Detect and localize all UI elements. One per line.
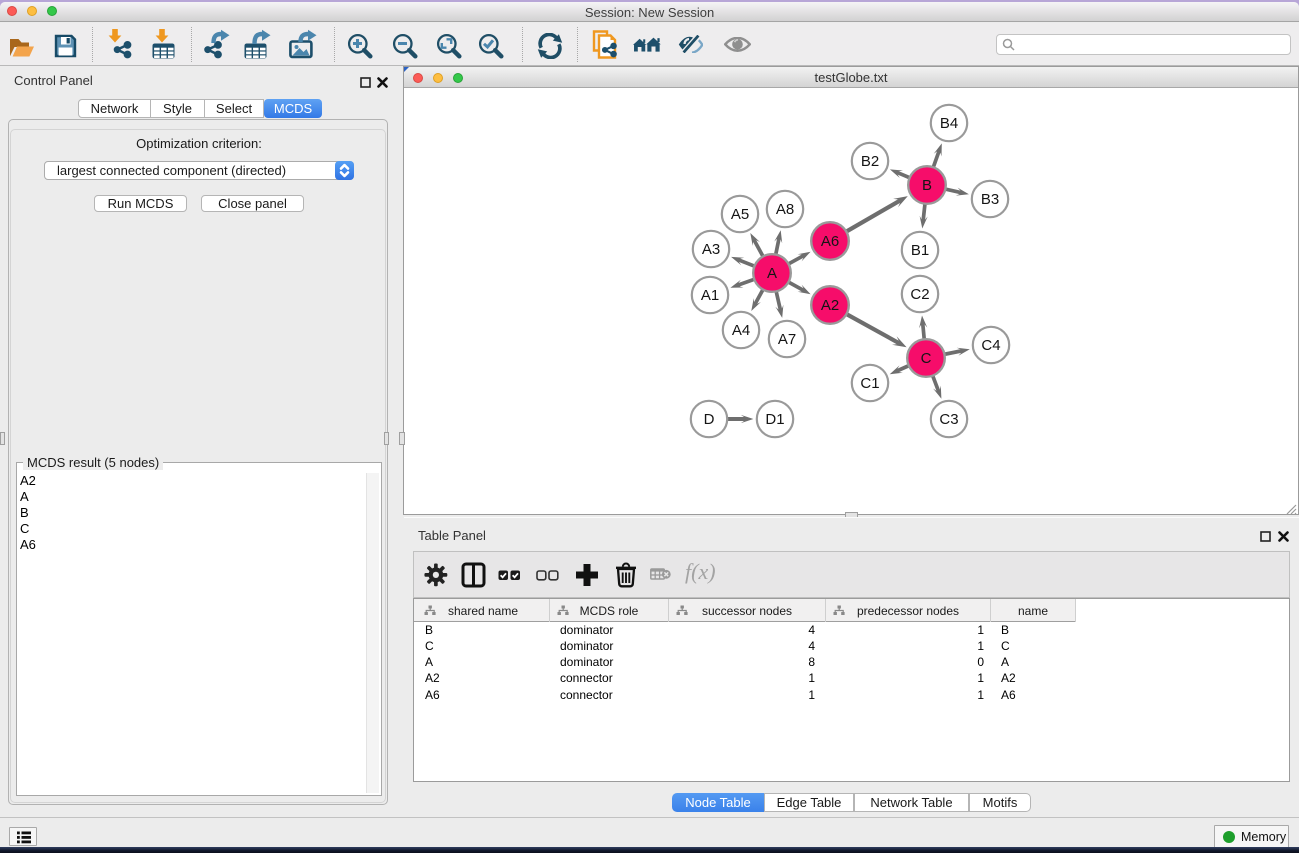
svg-text:C: C xyxy=(921,350,932,367)
svg-text:A: A xyxy=(767,265,777,282)
svg-text:A2: A2 xyxy=(821,297,839,314)
svg-text:B1: B1 xyxy=(911,242,929,259)
svg-text:B3: B3 xyxy=(981,191,999,208)
svg-text:C3: C3 xyxy=(939,411,958,428)
svg-text:B: B xyxy=(922,177,932,194)
svg-text:A3: A3 xyxy=(702,241,720,258)
svg-text:A6: A6 xyxy=(821,233,839,250)
svg-text:C2: C2 xyxy=(910,286,929,303)
svg-text:A8: A8 xyxy=(776,201,794,218)
svg-text:D1: D1 xyxy=(765,411,784,428)
svg-text:D: D xyxy=(704,411,715,428)
svg-text:B2: B2 xyxy=(861,153,879,170)
svg-text:A4: A4 xyxy=(732,322,750,339)
svg-text:C1: C1 xyxy=(860,375,879,392)
svg-text:B4: B4 xyxy=(940,115,958,132)
svg-text:A5: A5 xyxy=(731,206,749,223)
svg-text:A1: A1 xyxy=(701,287,719,304)
svg-text:A7: A7 xyxy=(778,331,796,348)
svg-text:C4: C4 xyxy=(981,337,1000,354)
